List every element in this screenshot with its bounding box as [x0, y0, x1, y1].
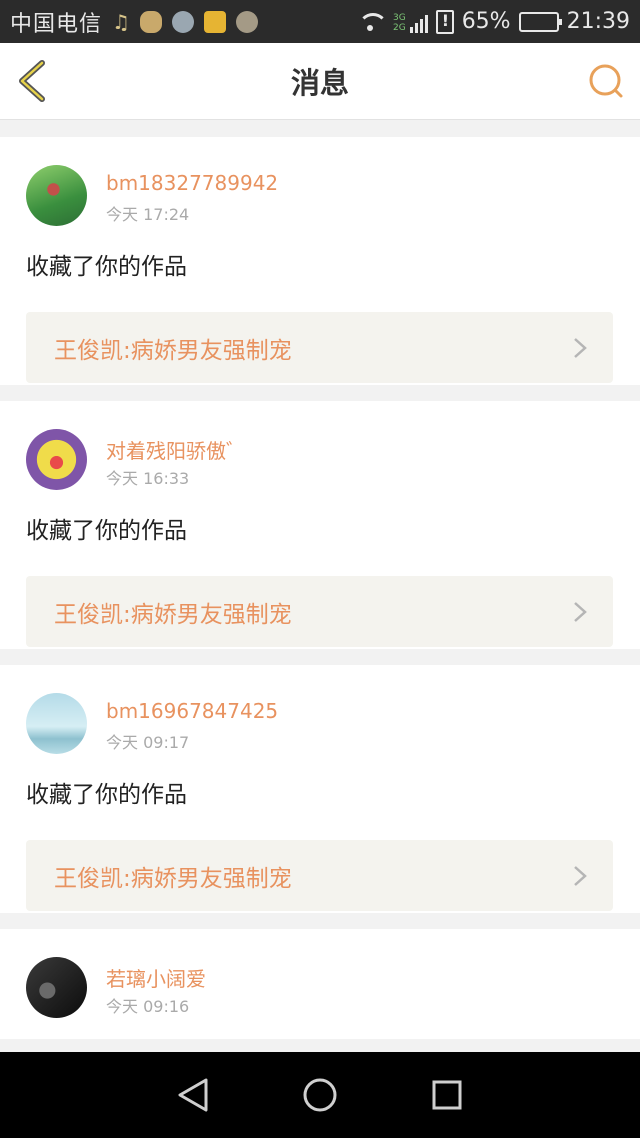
work-title: 王俊凯:病娇男友强制宠	[54, 337, 292, 364]
work-title: 王俊凯:病娇男友强制宠	[54, 601, 292, 628]
triangle-back-icon	[178, 1078, 208, 1112]
username[interactable]: bm18327789942	[106, 171, 278, 195]
music-icon: ♫	[112, 9, 130, 34]
wifi-icon	[355, 11, 388, 33]
avatar[interactable]	[26, 165, 87, 226]
avatar[interactable]	[26, 429, 87, 490]
work-link[interactable]: 王俊凯:病娇男友强制宠	[26, 576, 613, 647]
nav-recents-button[interactable]	[425, 1073, 469, 1117]
username[interactable]: 对着残阳骄傲゛	[106, 435, 246, 464]
username[interactable]: 若璃小阔爱	[106, 963, 206, 992]
square-recents-icon	[432, 1080, 462, 1110]
timestamp: 今天 09:16	[106, 997, 190, 1016]
action-text: 收藏了你的作品	[26, 518, 187, 544]
network-type-labels: 3G 2G	[393, 13, 406, 33]
message-card[interactable]: bm16967847425 今天 09:17 收藏了你的作品 王俊凯:病娇男友强…	[0, 665, 640, 913]
circle-home-icon	[303, 1078, 337, 1112]
action-text: 收藏了你的作品	[26, 782, 187, 808]
nav-home-button[interactable]	[298, 1073, 342, 1117]
signal-icon: 3G 2G	[393, 11, 428, 33]
coin-icon	[235, 10, 258, 33]
battery-percent: 65%	[461, 9, 511, 34]
page-title: 消息	[290, 66, 349, 100]
timestamp: 今天 17:24	[106, 205, 190, 224]
sim-alert-icon	[435, 9, 454, 34]
nav-back-button[interactable]	[171, 1073, 215, 1117]
message-card[interactable]: 对着残阳骄傲゛ 今天 16:33 收藏了你的作品 王俊凯:病娇男友强制宠	[0, 401, 640, 649]
back-button[interactable]	[14, 59, 58, 103]
username[interactable]: bm16967847425	[106, 699, 278, 723]
clock: 21:39	[566, 9, 630, 34]
message-card[interactable]: 若璃小阔爱 今天 09:16	[0, 929, 640, 1039]
carrier-label: 中国电信	[10, 11, 103, 37]
avatar[interactable]	[26, 957, 87, 1018]
chevron-right-icon	[574, 866, 587, 886]
chevron-left-icon	[19, 60, 45, 102]
chevron-right-icon	[574, 602, 587, 622]
bird-icon	[171, 10, 194, 33]
action-text: 收藏了你的作品	[26, 254, 187, 280]
message-list: bm18327789942 今天 17:24 收藏了你的作品 王俊凯:病娇男友强…	[0, 137, 640, 1039]
network-2g-label: 2G	[392, 22, 406, 33]
chevron-right-icon	[574, 338, 587, 358]
status-left: 中国电信 ♫	[10, 6, 258, 38]
timestamp: 今天 09:17	[106, 733, 190, 752]
search-button[interactable]	[586, 61, 626, 101]
star-icon	[203, 10, 226, 33]
app-header: 消息	[0, 43, 640, 120]
message-card[interactable]: bm18327789942 今天 17:24 收藏了你的作品 王俊凯:病娇男友强…	[0, 137, 640, 385]
network-3g-label: 3G	[392, 12, 406, 23]
chat-icon	[139, 10, 162, 33]
status-right: 3G 2G 65% 21:39	[355, 9, 630, 34]
work-link[interactable]: 王俊凯:病娇男友强制宠	[26, 312, 613, 383]
work-link[interactable]: 王俊凯:病娇男友强制宠	[26, 840, 613, 911]
avatar[interactable]	[26, 693, 87, 754]
timestamp: 今天 16:33	[106, 469, 190, 488]
status-bar: 中国电信 ♫ 3G 2G 65% 21:39	[0, 0, 640, 43]
work-title: 王俊凯:病娇男友强制宠	[54, 865, 292, 892]
search-icon	[589, 64, 623, 98]
battery-icon	[518, 11, 562, 32]
navigation-bar	[0, 1052, 640, 1138]
